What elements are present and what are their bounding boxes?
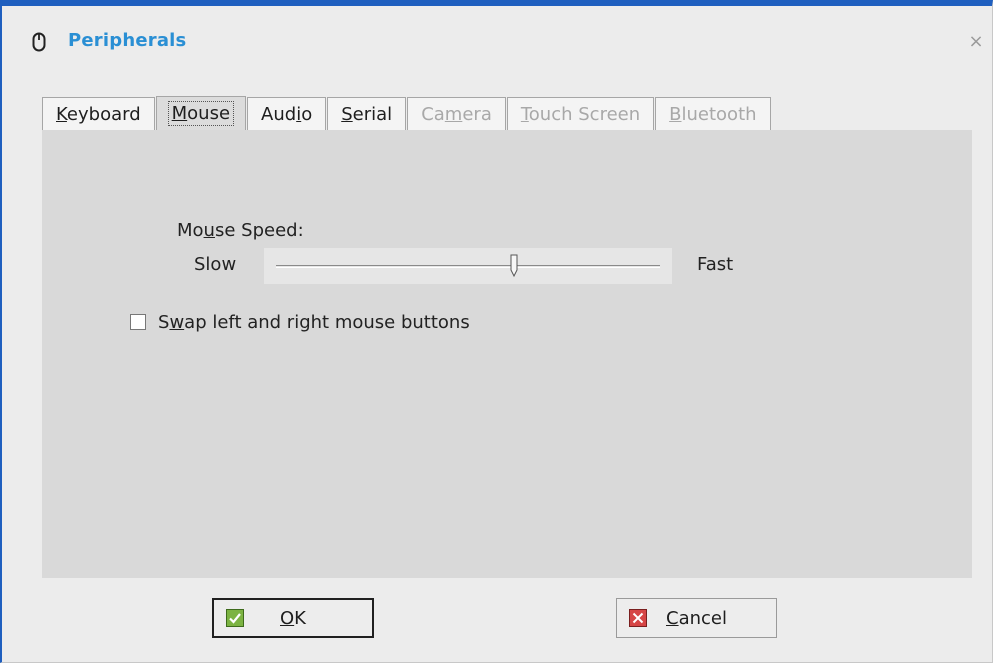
mouse-icon <box>32 32 46 52</box>
tab-audio[interactable]: Audio <box>247 97 327 131</box>
swap-buttons-label: Swap left and right mouse buttons <box>158 311 470 333</box>
slider-thumb[interactable] <box>509 254 519 278</box>
tab-bar: Keyboard Mouse Audio Serial Camera Touch… <box>42 96 772 131</box>
tab-label: Mouse <box>167 101 235 126</box>
fast-label: Fast <box>697 254 734 275</box>
ok-button[interactable]: OK <box>212 598 374 638</box>
tab-touch-screen[interactable]: Touch Screen <box>506 97 655 131</box>
tab-camera[interactable]: Camera <box>407 97 506 131</box>
cancel-button[interactable]: Cancel <box>616 598 777 638</box>
title-bar: Peripherals × <box>2 6 992 78</box>
tab-label: Serial <box>341 104 393 125</box>
ok-label: OK <box>280 607 306 629</box>
tab-label: Touch Screen <box>520 104 641 125</box>
tab-bluetooth[interactable]: Bluetooth <box>655 97 771 131</box>
swap-buttons-row: Swap left and right mouse buttons <box>130 310 470 334</box>
tab-mouse[interactable]: Mouse <box>155 96 247 131</box>
peripherals-dialog: Peripherals × Keyboard Mouse Audio Seria… <box>0 0 993 663</box>
tab-label: Keyboard <box>56 104 141 125</box>
mouse-settings-panel: Mouse Speed: Slow Fast Swap left and rig… <box>42 130 972 578</box>
cancel-label: Cancel <box>666 607 727 629</box>
window-title: Peripherals <box>68 30 187 51</box>
check-icon <box>226 609 244 627</box>
swap-buttons-checkbox[interactable] <box>130 314 146 330</box>
x-icon <box>629 609 647 627</box>
slow-label: Slow <box>194 254 237 275</box>
close-icon[interactable]: × <box>968 33 984 51</box>
tab-keyboard[interactable]: Keyboard <box>42 97 155 131</box>
mouse-speed-slider[interactable] <box>264 248 672 284</box>
slider-track <box>276 265 660 268</box>
tab-label: Bluetooth <box>669 104 757 125</box>
tab-serial[interactable]: Serial <box>327 97 407 131</box>
mouse-speed-label: Mouse Speed: <box>177 220 304 241</box>
tab-label: Camera <box>421 104 492 125</box>
tab-label: Audio <box>261 104 313 125</box>
